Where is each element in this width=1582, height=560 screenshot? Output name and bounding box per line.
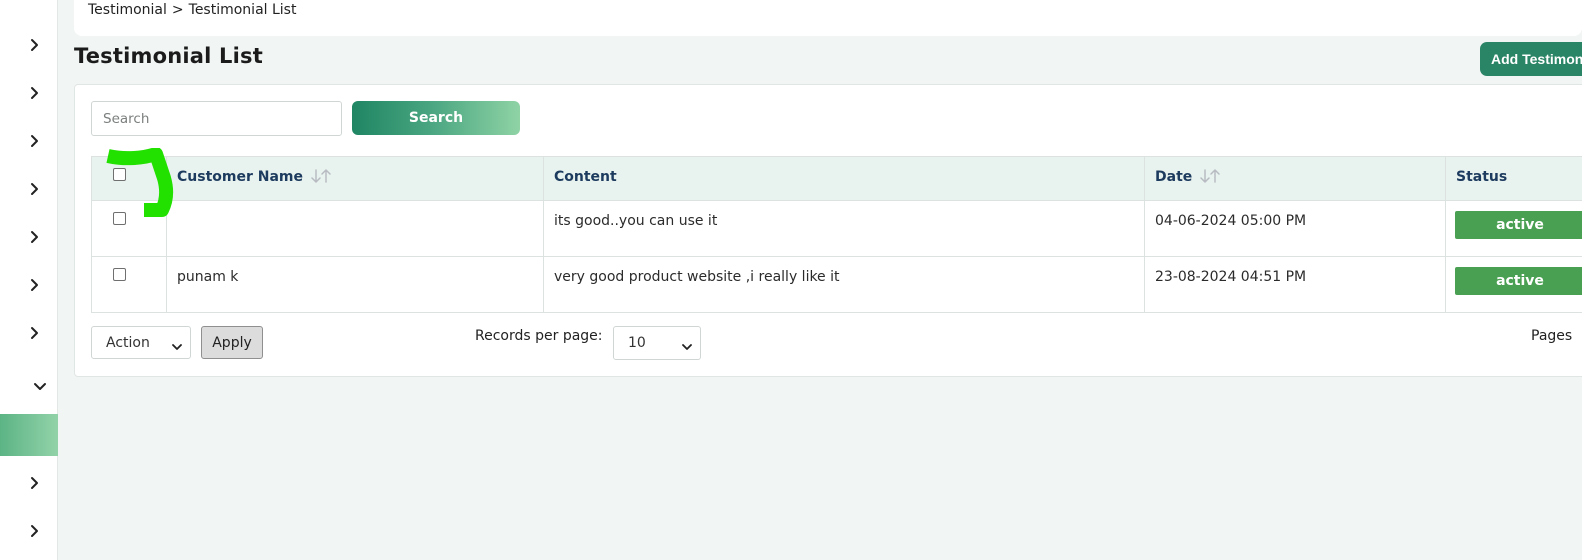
sidebar-item-active[interactable]	[0, 414, 58, 456]
sidebar-item-10[interactable]	[0, 510, 58, 552]
search-input[interactable]	[91, 101, 342, 136]
sidebar-item-1[interactable]	[0, 24, 58, 66]
column-header-status: Status	[1445, 156, 1582, 201]
select-all-header	[91, 156, 167, 201]
customer-name-cell	[166, 200, 544, 257]
sidebar-item-4[interactable]	[0, 168, 58, 210]
chevron-right-icon	[28, 476, 42, 490]
apply-button[interactable]: Apply	[201, 326, 263, 359]
row-select-cell	[91, 200, 167, 257]
records-per-page-label: Records per page:	[475, 328, 603, 344]
customer-name-cell: punam k	[166, 256, 544, 313]
add-testimonial-button[interactable]: Add Testimonial	[1480, 42, 1582, 76]
chevron-down-icon	[172, 339, 182, 355]
content-cell: its good..you can use it	[543, 200, 1145, 257]
table-header-row: Customer Name Content Date Status	[91, 156, 1582, 201]
chevron-right-icon	[28, 278, 42, 292]
chevron-down-icon	[33, 380, 47, 394]
select-all-checkbox[interactable]	[113, 168, 126, 181]
bulk-action-selected: Action	[106, 334, 150, 351]
chevron-right-icon	[28, 86, 42, 100]
row-checkbox[interactable]	[113, 212, 126, 225]
row-checkbox[interactable]	[113, 268, 126, 281]
sidebar-item-7[interactable]	[0, 312, 58, 354]
sort-icon[interactable]	[1199, 169, 1221, 187]
sidebar-item-9[interactable]	[0, 462, 58, 504]
row-select-cell	[91, 256, 167, 313]
breadcrumb-parent[interactable]: Testimonial	[88, 2, 167, 18]
column-label: Status	[1456, 169, 1508, 185]
search-button[interactable]: Search	[352, 101, 520, 135]
sort-icon[interactable]	[310, 169, 332, 187]
chevron-right-icon	[28, 182, 42, 196]
column-label: Customer Name	[177, 169, 303, 185]
status-badge[interactable]: active	[1455, 267, 1582, 295]
sidebar-item-5[interactable]	[0, 216, 58, 258]
column-label: Date	[1155, 169, 1193, 185]
sidebar-item-8[interactable]	[0, 366, 58, 408]
chevron-down-icon	[682, 339, 692, 355]
table-row: its good..you can use it 04-06-2024 05:0…	[91, 200, 1582, 257]
status-cell: active	[1445, 200, 1582, 257]
column-header-customer-name[interactable]: Customer Name	[166, 156, 544, 201]
chevron-right-icon	[28, 524, 42, 538]
sidebar-item-6[interactable]	[0, 264, 58, 306]
chevron-right-icon	[28, 326, 42, 340]
records-per-page-selected: 10	[628, 335, 646, 351]
chevron-right-icon	[28, 230, 42, 244]
column-label: Content	[554, 169, 617, 185]
testimonial-list-card: Search Customer Name Content Date Status…	[74, 84, 1582, 377]
sidebar-item-2[interactable]	[0, 72, 58, 114]
breadcrumb-separator: >	[171, 2, 184, 18]
date-cell: 04-06-2024 05:00 PM	[1144, 200, 1446, 257]
breadcrumb-current: Testimonial List	[188, 2, 297, 18]
page-title: Testimonial List	[74, 44, 263, 68]
status-badge[interactable]: active	[1455, 211, 1582, 239]
breadcrumb-bar: Testimonial > Testimonial List	[74, 0, 1582, 36]
date-cell: 23-08-2024 04:51 PM	[1144, 256, 1446, 313]
table-row: punam k very good product website ,i rea…	[91, 256, 1582, 313]
sidebar-item-3[interactable]	[0, 120, 58, 162]
records-per-page-select[interactable]: 10	[613, 326, 701, 360]
status-cell: active	[1445, 256, 1582, 313]
pages-label: Pages	[1531, 328, 1573, 344]
sidebar	[0, 0, 58, 560]
bulk-action-select[interactable]: Action	[91, 326, 191, 359]
column-header-content: Content	[543, 156, 1145, 201]
chevron-right-icon	[28, 134, 42, 148]
breadcrumb: Testimonial > Testimonial List	[88, 2, 296, 18]
chevron-right-icon	[28, 38, 42, 52]
column-header-date[interactable]: Date	[1144, 156, 1446, 201]
testimonial-table: Customer Name Content Date Status its go…	[91, 156, 1582, 313]
content-cell: very good product website ,i really like…	[543, 256, 1145, 313]
